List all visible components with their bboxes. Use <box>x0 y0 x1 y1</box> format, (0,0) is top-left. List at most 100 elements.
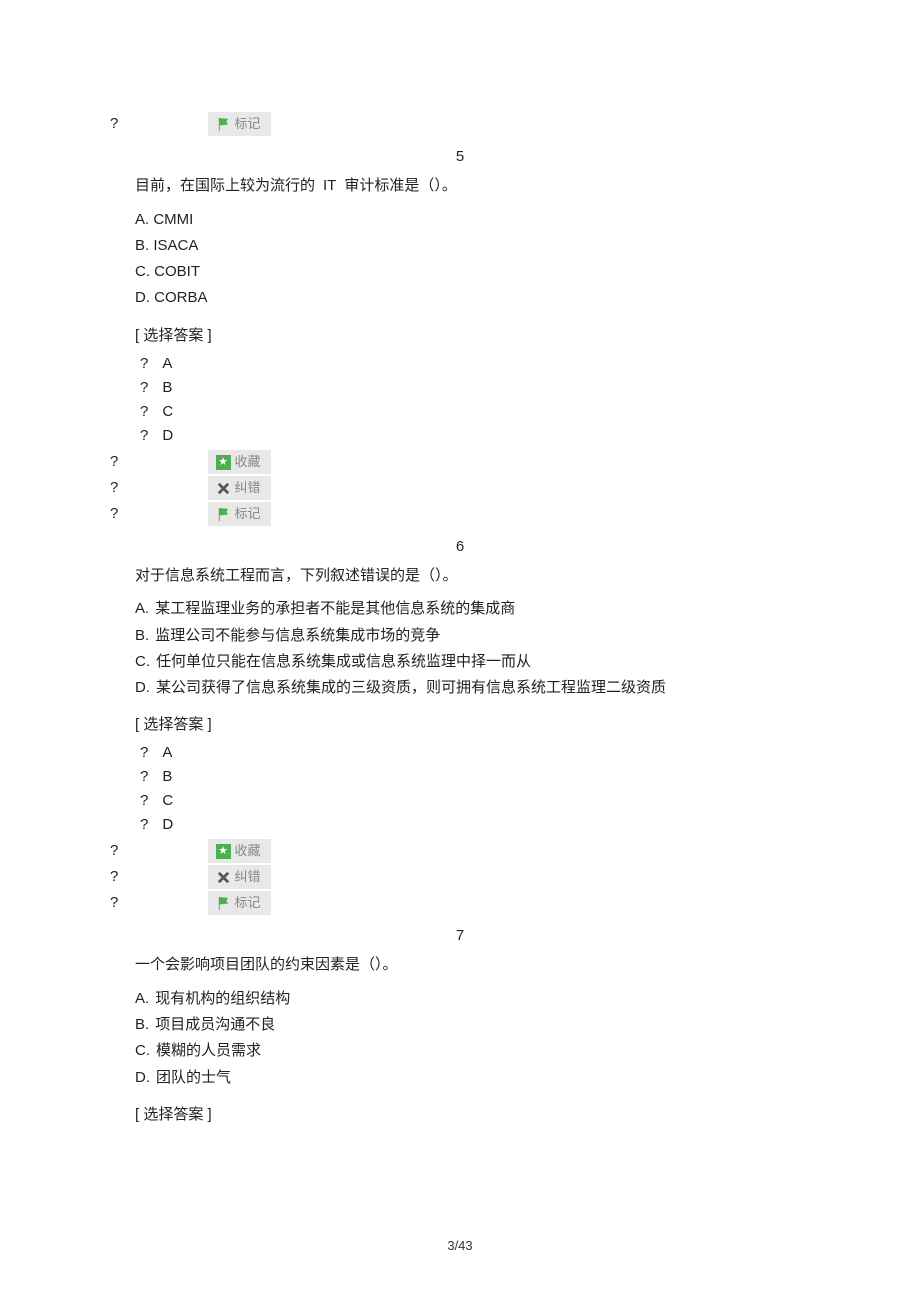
q5-select-label: [ 选择答案 ] <box>0 324 920 348</box>
q6-answer-c[interactable]: ?C <box>0 789 920 813</box>
page-number: 3/43 <box>0 1238 920 1253</box>
ans-letter: D <box>162 427 173 444</box>
favorite-button[interactable]: ★ 收藏 <box>208 839 271 863</box>
opt-text: 某工程监理业务的承担者不能是其他信息系统的集成商 <box>155 600 515 617</box>
x-icon <box>216 870 231 885</box>
ans-letter: C <box>162 403 173 420</box>
opt-letter: A. <box>135 990 149 1007</box>
flag-label: 标记 <box>235 116 261 131</box>
qm: ? <box>140 744 148 761</box>
opt-text: 某公司获得了信息系统集成的三级资质，则可拥有信息系统工程监理二级资质 <box>156 679 666 696</box>
q7-select-label: [ 选择答案 ] <box>0 1103 920 1127</box>
opt-letter: C. <box>135 653 150 670</box>
q5-option-d: D. CORBA <box>0 285 920 311</box>
q5-text-part1: 目前，在国际上较为流行的 <box>135 177 315 194</box>
q5-err-row: ? 纠错 <box>0 476 920 500</box>
ans-letter: C <box>162 792 173 809</box>
question-6-text: 对于信息系统工程而言，下列叙述错误的是（）。 <box>0 563 920 589</box>
flag-icon <box>216 117 231 132</box>
x-icon <box>216 481 231 496</box>
opt-text: 模糊的人员需求 <box>156 1042 261 1059</box>
flag-action-row: ? 标记 <box>0 112 920 136</box>
error-report-button[interactable]: 纠错 <box>208 865 271 889</box>
opt-letter: C. <box>135 1042 150 1059</box>
question-7-text: 一个会影响项目团队的约束因素是（）。 <box>0 952 920 978</box>
err-label: 纠错 <box>235 869 261 884</box>
opt-letter: B. <box>135 627 149 644</box>
q6-option-d: D. 某公司获得了信息系统集成的三级资质，则可拥有信息系统工程监理二级资质 <box>0 675 920 701</box>
q5-answer-c[interactable]: ?C <box>0 400 920 424</box>
question-mark: ? <box>110 115 118 132</box>
flag-icon <box>216 507 231 522</box>
flag-icon <box>216 896 231 911</box>
q5-text-it: IT <box>323 177 336 194</box>
flag-button[interactable]: 标记 <box>208 112 271 136</box>
flag-label: 标记 <box>235 895 261 910</box>
question-mark: ? <box>110 842 118 859</box>
q5-option-c: C. COBIT <box>0 259 920 285</box>
question-mark: ? <box>110 505 118 522</box>
q6-flag-row: ? 标记 <box>0 891 920 915</box>
qm: ? <box>140 816 148 833</box>
qm: ? <box>140 379 148 396</box>
ans-letter: D <box>162 816 173 833</box>
question-mark: ? <box>110 868 118 885</box>
opt-letter: D. <box>135 1069 150 1086</box>
fav-label: 收藏 <box>235 843 261 858</box>
q6-err-row: ? 纠错 <box>0 865 920 889</box>
q7-option-d: D. 团队的士气 <box>0 1065 920 1091</box>
error-report-button[interactable]: 纠错 <box>208 476 271 500</box>
opt-text: 团队的士气 <box>156 1069 231 1086</box>
star-icon: ★ <box>216 455 231 470</box>
question-6-number: 6 <box>0 538 920 555</box>
favorite-button[interactable]: ★ 收藏 <box>208 450 271 474</box>
qm: ? <box>140 355 148 372</box>
opt-letter: B. <box>135 1016 149 1033</box>
question-5-text: 目前，在国际上较为流行的 IT 审计标准是（）。 <box>0 173 920 199</box>
q5-answer-b[interactable]: ?B <box>0 376 920 400</box>
star-icon: ★ <box>216 844 231 859</box>
opt-letter: D. <box>135 679 150 696</box>
opt-letter: A. <box>135 600 149 617</box>
question-mark: ? <box>110 453 118 470</box>
qm: ? <box>140 403 148 420</box>
opt-text: 监理公司不能参与信息系统集成市场的竞争 <box>155 627 440 644</box>
question-5-number: 5 <box>0 148 920 165</box>
q6-option-c: C. 任何单位只能在信息系统集成或信息系统监理中择一而从 <box>0 649 920 675</box>
q5-flag-row: ? 标记 <box>0 502 920 526</box>
opt-text: 任何单位只能在信息系统集成或信息系统监理中择一而从 <box>156 653 531 670</box>
ans-letter: A <box>162 355 172 372</box>
question-7-number: 7 <box>0 927 920 944</box>
q6-answer-a[interactable]: ?A <box>0 741 920 765</box>
ans-letter: B <box>162 379 172 396</box>
err-label: 纠错 <box>235 480 261 495</box>
qm: ? <box>140 768 148 785</box>
question-mark: ? <box>110 479 118 496</box>
q6-answer-d[interactable]: ?D <box>0 813 920 837</box>
flag-button[interactable]: 标记 <box>208 891 271 915</box>
q7-option-b: B. 项目成员沟通不良 <box>0 1012 920 1038</box>
flag-button[interactable]: 标记 <box>208 502 271 526</box>
q7-option-c: C. 模糊的人员需求 <box>0 1038 920 1064</box>
opt-text: 现有机构的组织结构 <box>155 990 290 1007</box>
q5-answer-a[interactable]: ?A <box>0 352 920 376</box>
q6-fav-row: ? ★ 收藏 <box>0 839 920 863</box>
q5-option-a: A. CMMI <box>0 207 920 233</box>
qm: ? <box>140 792 148 809</box>
q7-option-a: A. 现有机构的组织结构 <box>0 986 920 1012</box>
ans-letter: A <box>162 744 172 761</box>
q5-fav-row: ? ★ 收藏 <box>0 450 920 474</box>
q6-answer-b[interactable]: ?B <box>0 765 920 789</box>
fav-label: 收藏 <box>235 454 261 469</box>
q5-option-b: B. ISACA <box>0 233 920 259</box>
flag-label: 标记 <box>235 506 261 521</box>
qm: ? <box>140 427 148 444</box>
q6-option-b: B. 监理公司不能参与信息系统集成市场的竞争 <box>0 623 920 649</box>
opt-text: 项目成员沟通不良 <box>155 1016 275 1033</box>
question-mark: ? <box>110 894 118 911</box>
q5-answer-d[interactable]: ?D <box>0 424 920 448</box>
q5-text-part2: 审计标准是（）。 <box>344 177 457 194</box>
ans-letter: B <box>162 768 172 785</box>
q6-select-label: [ 选择答案 ] <box>0 713 920 737</box>
q6-option-a: A. 某工程监理业务的承担者不能是其他信息系统的集成商 <box>0 596 920 622</box>
